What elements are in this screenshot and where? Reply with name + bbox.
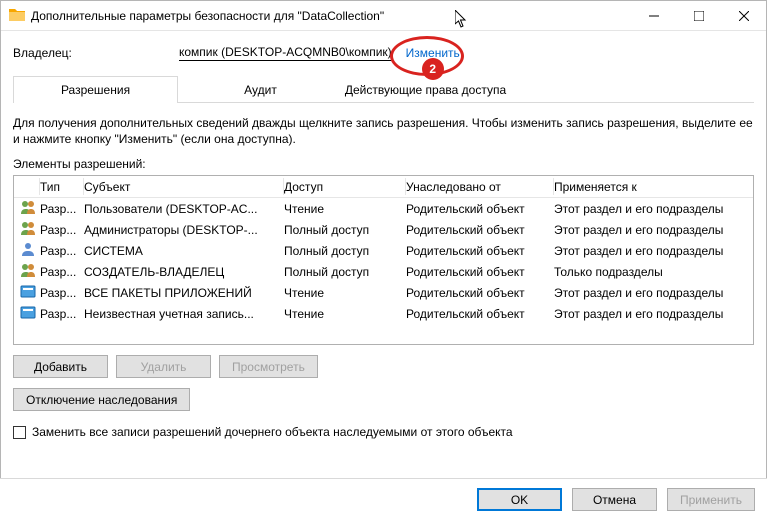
- close-button[interactable]: [721, 1, 766, 30]
- principal-icon: [20, 199, 40, 218]
- principal-icon: [20, 283, 40, 302]
- cell-type: Разр...: [40, 307, 84, 321]
- cell-subject: ВСЕ ПАКЕТЫ ПРИЛОЖЕНИЙ: [84, 286, 284, 300]
- inheritance-buttons: Отключение наследования: [13, 388, 754, 411]
- owner-label: Владелец:: [13, 46, 179, 60]
- maximize-button[interactable]: [676, 1, 721, 30]
- cell-inherited: Родительский объект: [406, 223, 554, 237]
- dialog-footer: OK Отмена Применить: [0, 478, 767, 520]
- cell-inherited: Родительский объект: [406, 307, 554, 321]
- ok-button[interactable]: OK: [477, 488, 562, 511]
- cell-access: Полный доступ: [284, 244, 406, 258]
- change-owner-link[interactable]: Изменить 2: [406, 46, 460, 60]
- cell-type: Разр...: [40, 202, 84, 216]
- hdr-type[interactable]: Тип: [40, 178, 84, 195]
- table-row[interactable]: Разр...Неизвестная учетная запись...Чтен…: [14, 303, 753, 324]
- cell-applies: Этот раздел и его подразделы: [554, 244, 747, 258]
- tab-permissions[interactable]: Разрешения: [13, 76, 178, 103]
- apply-button[interactable]: Применить: [667, 488, 755, 511]
- view-button[interactable]: Просмотреть: [219, 355, 318, 378]
- add-button[interactable]: Добавить: [13, 355, 108, 378]
- principal-icon: [20, 262, 40, 281]
- cell-applies: Этот раздел и его подразделы: [554, 223, 747, 237]
- principal-icon: [20, 241, 40, 260]
- hdr-inherited[interactable]: Унаследовано от: [406, 178, 554, 195]
- permissions-list[interactable]: Тип Субъект Доступ Унаследовано от Приме…: [13, 175, 754, 345]
- cancel-button[interactable]: Отмена: [572, 488, 657, 511]
- tab-audit[interactable]: Аудит: [178, 76, 343, 103]
- principal-icon: [20, 304, 40, 323]
- folder-icon: [9, 7, 25, 24]
- cell-inherited: Родительский объект: [406, 286, 554, 300]
- cell-subject: Пользователи (DESKTOP-AC...: [84, 202, 284, 216]
- table-row[interactable]: Разр...СИСТЕМАПолный доступРодительский …: [14, 240, 753, 261]
- list-header[interactable]: Тип Субъект Доступ Унаследовано от Приме…: [14, 176, 753, 198]
- cell-subject: СИСТЕМА: [84, 244, 284, 258]
- table-row[interactable]: Разр...ВСЕ ПАКЕТЫ ПРИЛОЖЕНИЙЧтениеРодите…: [14, 282, 753, 303]
- table-row[interactable]: Разр...СОЗДАТЕЛЬ-ВЛАДЕЛЕЦПолный доступРо…: [14, 261, 753, 282]
- tab-strip: Разрешения Аудит Действующие права досту…: [13, 75, 754, 103]
- list-buttons: Добавить Удалить Просмотреть: [13, 355, 754, 378]
- cell-subject: СОЗДАТЕЛЬ-ВЛАДЕЛЕЦ: [84, 265, 284, 279]
- owner-value: компик (DESKTOP-ACQMNB0\компик): [179, 45, 392, 61]
- tab-effective-access[interactable]: Действующие права доступа: [343, 76, 508, 103]
- cell-type: Разр...: [40, 286, 84, 300]
- replace-checkbox-row: Заменить все записи разрешений дочернего…: [13, 425, 754, 439]
- cell-applies: Этот раздел и его подразделы: [554, 202, 747, 216]
- cell-applies: Этот раздел и его подразделы: [554, 307, 747, 321]
- owner-row: Владелец: компик (DESKTOP-ACQMNB0\компик…: [13, 45, 754, 61]
- hdr-access[interactable]: Доступ: [284, 178, 406, 195]
- cell-inherited: Родительский объект: [406, 265, 554, 279]
- section-label: Элементы разрешений:: [13, 157, 754, 171]
- cell-inherited: Родительский объект: [406, 202, 554, 216]
- table-row[interactable]: Разр...Администраторы (DESKTOP-...Полный…: [14, 219, 753, 240]
- cell-applies: Только подразделы: [554, 265, 747, 279]
- cell-access: Чтение: [284, 286, 406, 300]
- disable-inheritance-button[interactable]: Отключение наследования: [13, 388, 190, 411]
- cell-type: Разр...: [40, 244, 84, 258]
- instructions-text: Для получения дополнительных сведений дв…: [13, 115, 754, 147]
- remove-button[interactable]: Удалить: [116, 355, 211, 378]
- hdr-subject[interactable]: Субъект: [84, 178, 284, 195]
- cell-access: Полный доступ: [284, 265, 406, 279]
- cell-access: Полный доступ: [284, 223, 406, 237]
- replace-checkbox[interactable]: [13, 426, 26, 439]
- window-buttons: [631, 1, 766, 30]
- minimize-button[interactable]: [631, 1, 676, 30]
- cell-applies: Этот раздел и его подразделы: [554, 286, 747, 300]
- cell-inherited: Родительский объект: [406, 244, 554, 258]
- cell-type: Разр...: [40, 265, 84, 279]
- change-owner-text: Изменить: [406, 46, 460, 60]
- hdr-applies[interactable]: Применяется к: [554, 178, 747, 195]
- principal-icon: [20, 220, 40, 239]
- table-row[interactable]: Разр...Пользователи (DESKTOP-AC...Чтение…: [14, 198, 753, 219]
- window-title: Дополнительные параметры безопасности дл…: [31, 9, 631, 23]
- cell-subject: Неизвестная учетная запись...: [84, 307, 284, 321]
- cell-subject: Администраторы (DESKTOP-...: [84, 223, 284, 237]
- cell-type: Разр...: [40, 223, 84, 237]
- replace-checkbox-label: Заменить все записи разрешений дочернего…: [32, 425, 513, 439]
- title-bar: Дополнительные параметры безопасности дл…: [1, 1, 766, 31]
- cell-access: Чтение: [284, 202, 406, 216]
- cell-access: Чтение: [284, 307, 406, 321]
- dialog-content: Владелец: компик (DESKTOP-ACQMNB0\компик…: [1, 31, 766, 449]
